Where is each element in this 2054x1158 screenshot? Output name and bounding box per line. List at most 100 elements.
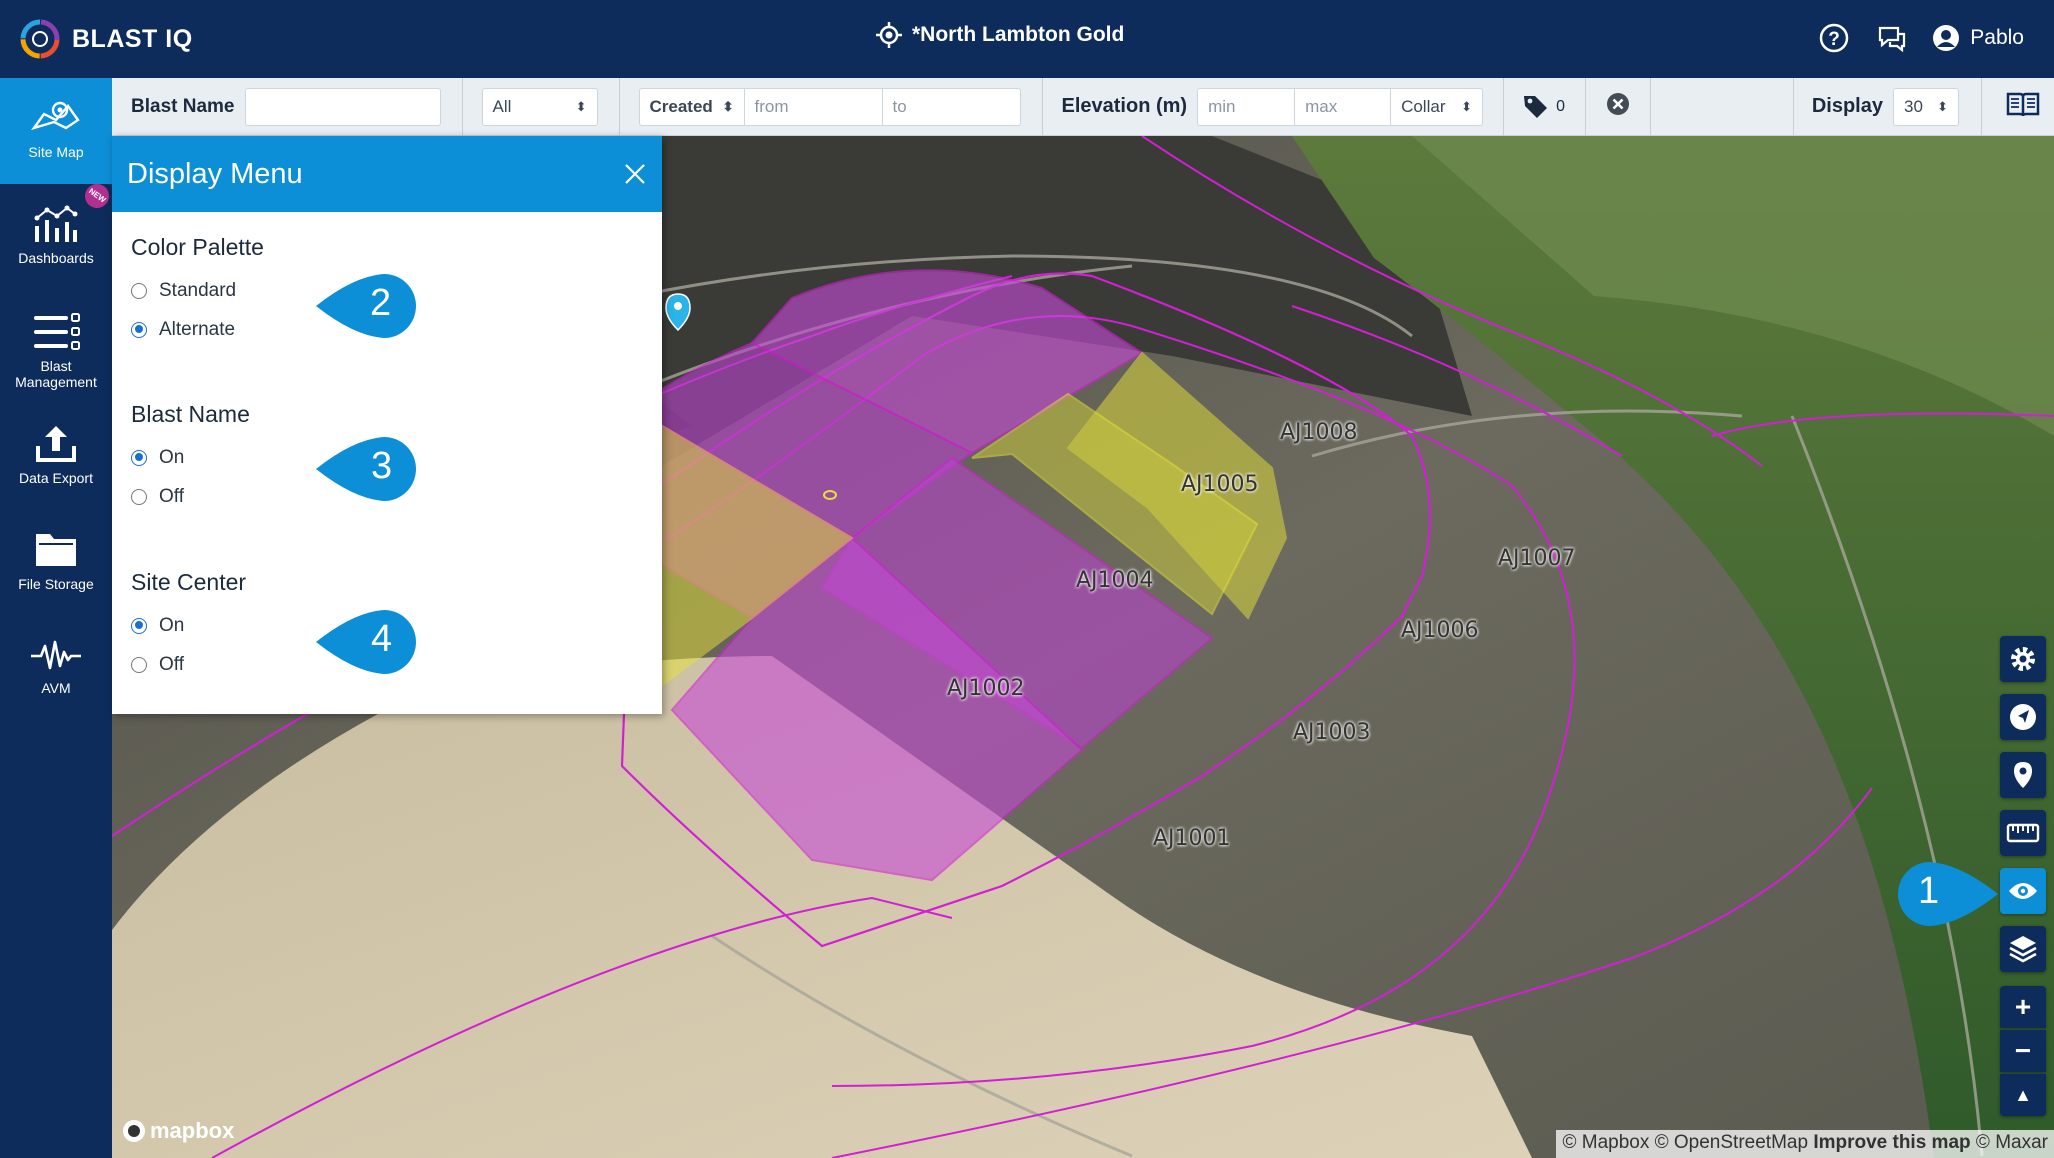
- tag-icon: [1524, 95, 1548, 118]
- display-menu-button[interactable]: [2000, 868, 2046, 914]
- crosshair-icon: [876, 22, 902, 48]
- sidebar-item-label: Site Map: [28, 144, 84, 160]
- option-label: On: [159, 614, 185, 636]
- sidebar-item-blast-management[interactable]: Blast Management: [0, 290, 112, 400]
- label-AJ1003: AJ1003: [1293, 720, 1371, 745]
- collar-select-value: Collar: [1401, 96, 1446, 116]
- sidebar-item-file-storage[interactable]: File Storage: [0, 506, 112, 612]
- mapbox-logo-icon: [123, 1120, 145, 1142]
- sidebar-item-site-map[interactable]: Site Map: [0, 78, 112, 184]
- label-AJ1001: AJ1001: [1153, 826, 1231, 851]
- logo-text: BLAST IQ: [72, 24, 193, 53]
- callout-3: 3: [314, 433, 428, 510]
- label-AJ1002: AJ1002: [947, 676, 1025, 701]
- user-menu[interactable]: Pablo: [1932, 24, 2024, 52]
- sidebar-item-dashboards[interactable]: NEW Dashboards: [0, 179, 114, 290]
- clear-filters-button[interactable]: [1586, 92, 1650, 122]
- list-icon: [34, 313, 80, 350]
- pin-button[interactable]: [2000, 752, 2046, 798]
- sidebar-item-label: Dashboards: [18, 250, 94, 266]
- dashboard-chart-icon: [34, 205, 78, 242]
- sort-caret-icon: ⬍: [1461, 99, 1473, 114]
- radio-button-selected[interactable]: [131, 321, 147, 338]
- display-menu-title: Display Menu: [127, 157, 303, 190]
- option-site-center-on[interactable]: On: [131, 606, 246, 645]
- legend-book-button[interactable]: [1982, 90, 2054, 124]
- tag-filter[interactable]: 0: [1504, 93, 1585, 121]
- site-center-section: Site Center On Off: [131, 569, 246, 684]
- zoom-in-button[interactable]: +: [2000, 986, 2046, 1028]
- sidebar-item-label: Blast Management: [15, 358, 97, 390]
- option-alternate[interactable]: Alternate: [131, 310, 264, 349]
- option-blast-name-off[interactable]: Off: [131, 477, 250, 516]
- radio-button[interactable]: [131, 282, 147, 299]
- map-icon: [30, 101, 80, 131]
- callout-2: 2: [314, 270, 428, 347]
- option-label: Alternate: [159, 318, 236, 340]
- clear-circle-icon: [1606, 92, 1629, 115]
- created-select[interactable]: Created ⬍: [638, 87, 745, 126]
- callout-1: 1: [1886, 858, 2000, 935]
- compass-icon: ▲: [2014, 1084, 2032, 1105]
- sidebar-item-label: File Storage: [18, 576, 94, 592]
- zoom-in-icon: +: [2014, 991, 2032, 1022]
- status-select[interactable]: All ⬍: [481, 87, 598, 126]
- option-label: Off: [159, 653, 184, 675]
- date-from-input[interactable]: from: [744, 87, 883, 126]
- created-select-value: Created: [649, 96, 713, 116]
- radio-button[interactable]: [131, 488, 147, 505]
- compass-button[interactable]: ▲: [2000, 1074, 2046, 1116]
- display-count-select[interactable]: 30 ⬍: [1893, 87, 1959, 126]
- sidebar-item-data-export[interactable]: Data Export: [0, 400, 112, 506]
- option-blast-name-on[interactable]: On: [131, 438, 250, 477]
- measure-button[interactable]: [2000, 810, 2046, 856]
- open-book-icon: [2006, 92, 2040, 116]
- label-AJ1004: AJ1004: [1076, 568, 1154, 593]
- sort-caret-icon: ⬍: [575, 99, 587, 114]
- sidebar-item-avm[interactable]: AVM: [0, 612, 112, 718]
- svg-text:?: ?: [1828, 29, 1840, 50]
- option-standard[interactable]: Standard: [131, 271, 264, 310]
- divider: [1649, 77, 1651, 136]
- mapbox-logo[interactable]: mapbox: [122, 1118, 234, 1144]
- settings-button[interactable]: [2000, 636, 2046, 682]
- zoom-out-icon: −: [2014, 1035, 2032, 1066]
- help-icon[interactable]: ?: [1816, 20, 1852, 56]
- option-site-center-off[interactable]: Off: [131, 645, 246, 684]
- elevation-collar-select[interactable]: Collar ⬍: [1391, 87, 1484, 126]
- left-nav: Site Map NEW Dashboards Blast Management…: [0, 78, 114, 1158]
- date-to-input[interactable]: to: [882, 87, 1021, 126]
- zoom-out-button[interactable]: −: [2000, 1030, 2046, 1072]
- user-name: Pablo: [1970, 26, 2024, 49]
- radio-button-selected[interactable]: [131, 449, 147, 466]
- navigate-button[interactable]: [2000, 694, 2046, 740]
- site-selector[interactable]: *North Lambton Gold: [876, 22, 1124, 48]
- attribution-text[interactable]: © Mapbox © OpenStreetMap: [1562, 1132, 1808, 1153]
- elevation-min-input[interactable]: min: [1197, 87, 1296, 126]
- layers-button[interactable]: [2000, 926, 2046, 972]
- section-heading: Color Palette: [131, 234, 264, 260]
- label-AJ1008: AJ1008: [1280, 420, 1358, 445]
- waveform-icon: [31, 640, 81, 670]
- sort-caret-icon: ⬍: [722, 99, 734, 114]
- sort-caret-icon: ⬍: [1937, 99, 1948, 114]
- chat-support-icon[interactable]: [1874, 20, 1910, 56]
- blast-name-input[interactable]: [244, 87, 441, 126]
- gear-icon: [2011, 647, 2035, 671]
- site-name: *North Lambton Gold: [912, 23, 1125, 46]
- radio-button[interactable]: [131, 656, 147, 673]
- filter-bar: Blast Name All ⬍ Created ⬍ from to Elevati…: [112, 77, 2054, 136]
- close-icon[interactable]: [622, 161, 648, 187]
- attribution-maxar[interactable]: © Maxar: [1976, 1132, 2048, 1153]
- elevation-label: Elevation (m): [1061, 95, 1188, 117]
- callout-4: 4: [314, 606, 428, 683]
- radio-button-selected[interactable]: [131, 617, 147, 634]
- elevation-max-input[interactable]: max: [1295, 87, 1392, 126]
- user-icon: [1933, 25, 1960, 51]
- ruler-icon: [2006, 823, 2040, 843]
- improve-map-link[interactable]: Improve this map: [1813, 1132, 1970, 1153]
- upload-icon: [36, 426, 76, 462]
- divider: [618, 77, 620, 136]
- blastiq-logo[interactable]: BLAST IQ: [18, 16, 193, 62]
- pin-icon: [2014, 762, 2032, 788]
